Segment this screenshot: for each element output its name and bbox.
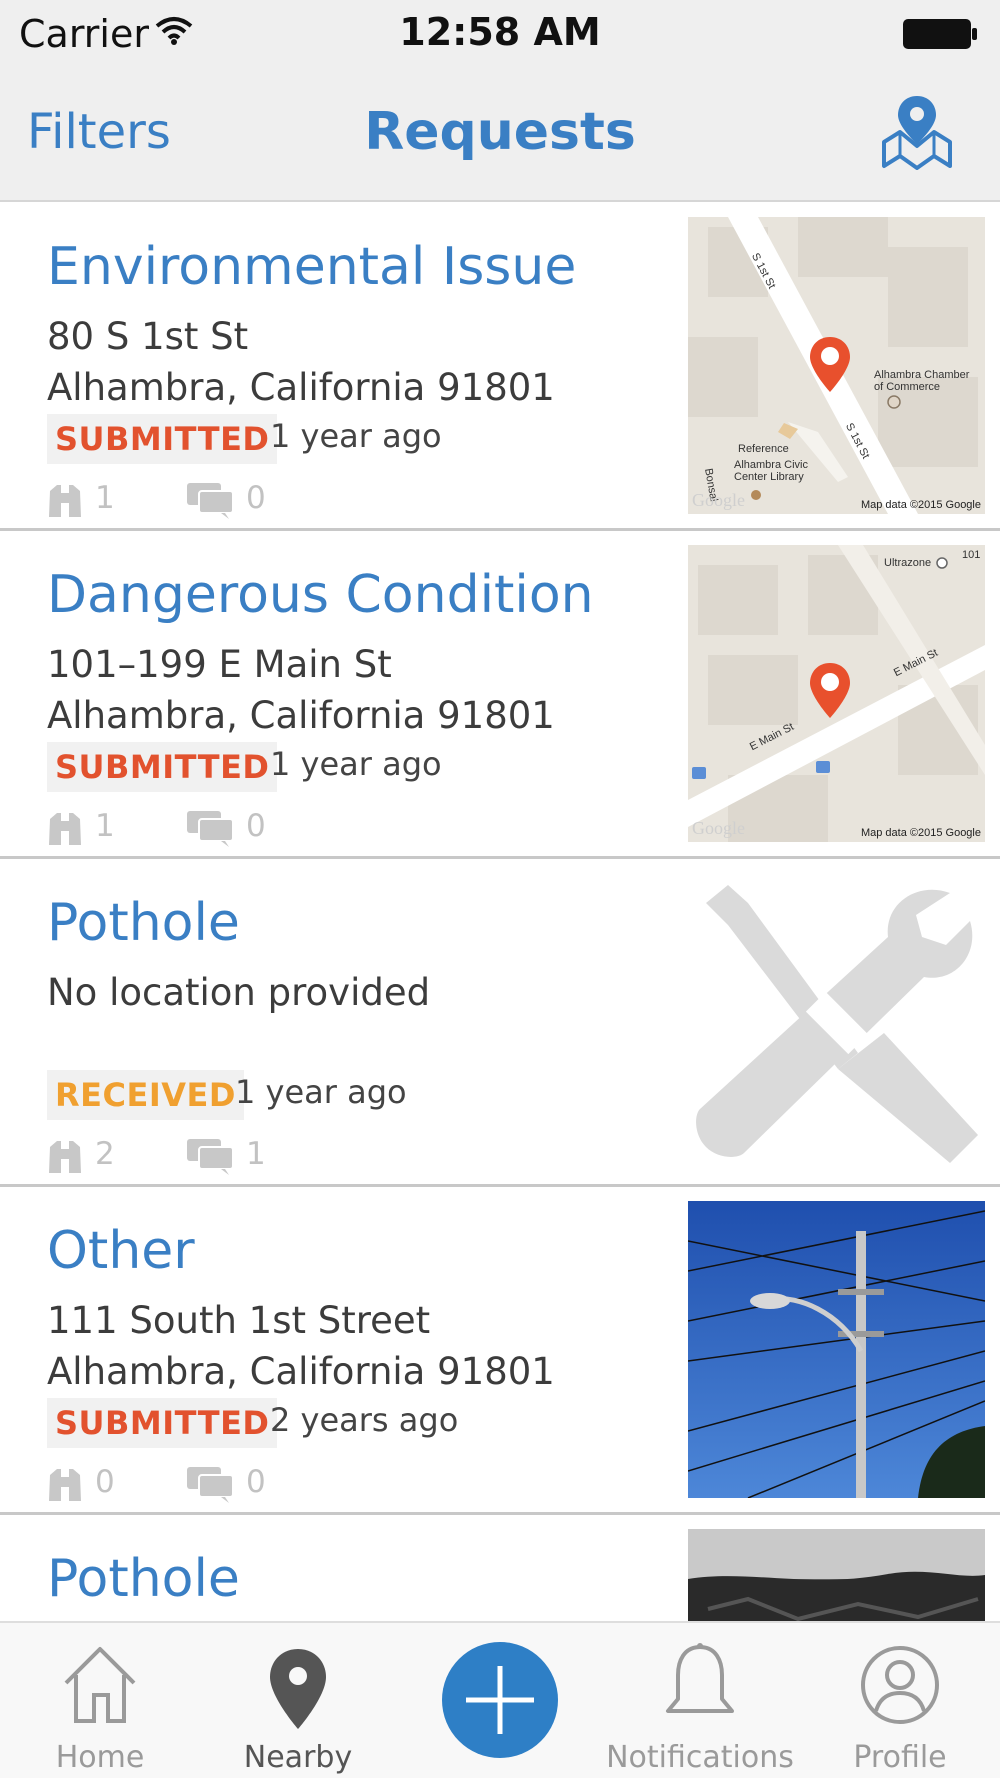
tools-icon	[696, 885, 978, 1163]
nav-bar: Filters Requests	[0, 66, 1000, 202]
request-address-line1: 101–199 E Main St	[47, 643, 392, 686]
home-icon	[64, 1647, 136, 1723]
request-age: 1 year ago	[235, 1073, 407, 1111]
tab-label: Home	[55, 1740, 145, 1775]
pothole-photo	[688, 1529, 985, 1621]
request-title: Pothole	[47, 1549, 240, 1609]
google-logo: Google	[692, 490, 745, 510]
comments-count: 0	[246, 1464, 266, 1500]
page-title: Requests	[364, 102, 636, 162]
request-title: Pothole	[47, 893, 240, 953]
status-badge: SUBMITTED	[47, 742, 278, 792]
request-address-line1: No location provided	[47, 971, 431, 1014]
plus-icon	[466, 1666, 534, 1734]
map-pin-icon[interactable]	[880, 92, 954, 170]
comment-icon	[187, 483, 233, 519]
request-row[interactable]: Dangerous Condition 101–199 E Main St Al…	[0, 531, 1000, 859]
bell-icon	[666, 1643, 734, 1713]
request-row[interactable]: Pothole No location provided RECEIVED 1 …	[0, 859, 1000, 1187]
map-credit: Map data ©2015 Google	[860, 827, 981, 839]
google-logo: Google	[692, 818, 745, 838]
followers-count: 2	[95, 1136, 115, 1172]
comments-count: 0	[246, 808, 266, 844]
request-list[interactable]: Environmental Issue 80 S 1st St Alhambra…	[0, 203, 1000, 1621]
request-address-line2: Alhambra, California 91801	[47, 366, 555, 409]
comments-count: 0	[246, 480, 266, 516]
clock: 12:58 AM	[399, 10, 601, 54]
followers-count: 1	[95, 480, 115, 516]
request-age: 1 year ago	[270, 417, 442, 455]
request-address-line2: Alhambra, California 91801	[47, 694, 555, 737]
map-thumbnail: E Main St E Main St Ultrazone 101 Google…	[688, 545, 985, 842]
tab-label: Notifications	[606, 1740, 794, 1775]
request-age: 2 years ago	[270, 1401, 459, 1439]
request-address-line1: 80 S 1st St	[47, 315, 249, 358]
status-badge: SUBMITTED	[47, 1398, 278, 1448]
followers-count: 0	[95, 1464, 115, 1500]
streetlight-photo	[688, 1201, 985, 1498]
comment-icon	[187, 1139, 233, 1175]
location-pin-icon	[270, 1649, 326, 1729]
request-title: Environmental Issue	[47, 237, 577, 297]
user-icon	[861, 1646, 939, 1724]
request-row[interactable]: Environmental Issue 80 S 1st St Alhambra…	[0, 203, 1000, 531]
tab-nearby[interactable]: Nearby	[238, 1623, 358, 1778]
binoculars-icon	[49, 813, 81, 845]
battery-icon	[903, 19, 977, 49]
binoculars-icon	[49, 1469, 81, 1501]
tab-bar: Home Nearby Notifications Profile	[0, 1621, 1000, 1778]
request-title: Other	[47, 1221, 195, 1281]
map-thumbnail: S 1st St S 1st St Alhambra Chamber of Co…	[688, 217, 985, 514]
tab-home[interactable]: Home	[40, 1623, 160, 1778]
comment-icon	[187, 1467, 233, 1503]
comment-icon	[187, 811, 233, 847]
tab-profile[interactable]: Profile	[840, 1623, 960, 1778]
status-bar: Carrier 12:58 AM	[0, 0, 1000, 66]
tab-label: Nearby	[243, 1740, 353, 1775]
followers-count: 1	[95, 808, 115, 844]
request-title: Dangerous Condition	[47, 565, 594, 625]
request-address-line2: Alhambra, California 91801	[47, 1350, 555, 1393]
binoculars-icon	[49, 1141, 81, 1173]
binoculars-icon	[49, 485, 81, 517]
request-row[interactable]: Pothole	[0, 1515, 1000, 1621]
tab-label: Profile	[853, 1740, 947, 1775]
request-age: 1 year ago	[270, 745, 442, 783]
request-row[interactable]: Other 111 South 1st Street Alhambra, Cal…	[0, 1187, 1000, 1515]
add-request-button[interactable]	[442, 1642, 558, 1758]
tab-notifications[interactable]: Notifications	[600, 1623, 800, 1778]
comments-count: 1	[246, 1136, 266, 1172]
request-address-line1: 111 South 1st Street	[47, 1299, 431, 1342]
map-credit: Map data ©2015 Google	[860, 499, 981, 511]
status-badge: SUBMITTED	[47, 414, 278, 464]
status-badge: RECEIVED	[47, 1070, 244, 1120]
